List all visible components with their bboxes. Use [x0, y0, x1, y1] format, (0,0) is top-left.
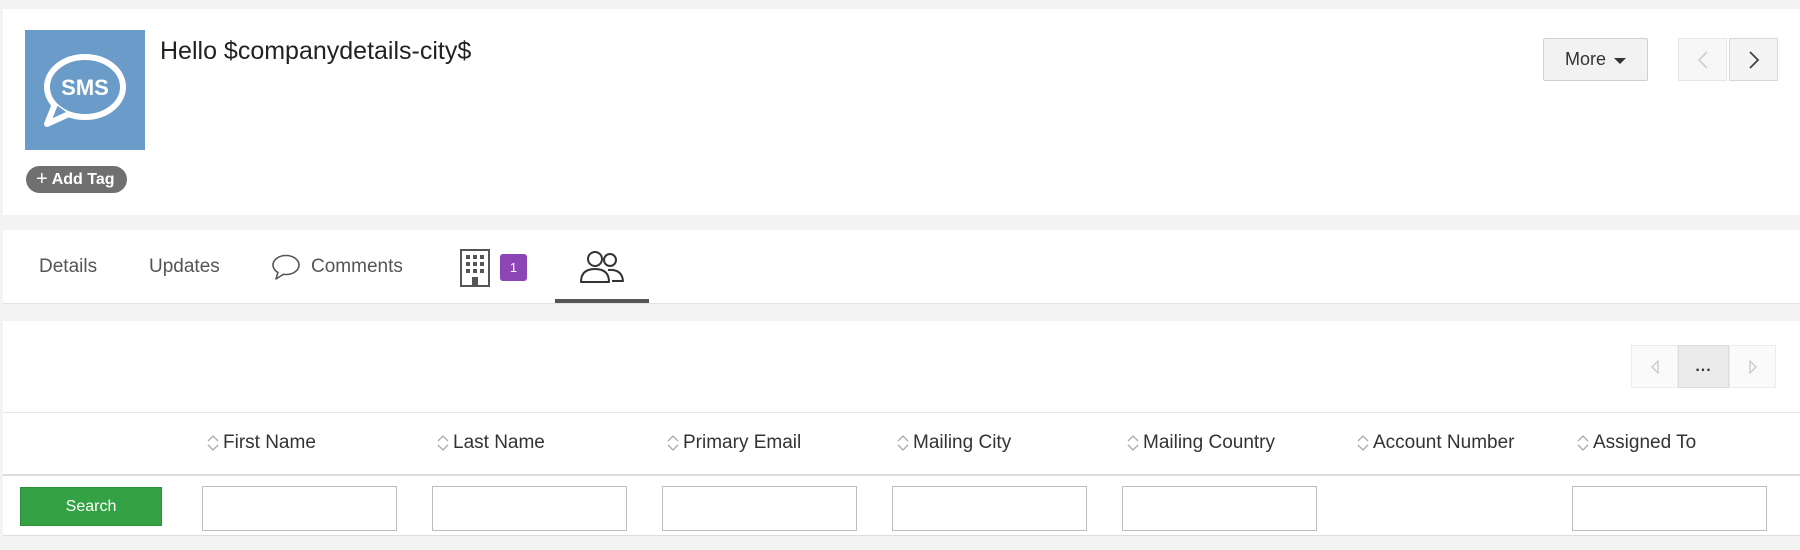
tab-contacts[interactable] [555, 230, 649, 304]
sms-bubble-icon: SMS [44, 54, 126, 127]
page-jump-button[interactable]: ... [1678, 345, 1729, 388]
more-label: More [1564, 49, 1606, 69]
tab-details-label: Details [39, 256, 98, 277]
contacts-icon [580, 251, 624, 283]
caret-down-icon [1614, 57, 1626, 64]
sms-record-image: SMS [25, 30, 145, 150]
assigned-to-filter-input[interactable] [1572, 486, 1767, 531]
related-contacts-list: ... First Name Last Name Primary Email M… [3, 321, 1800, 536]
sort-icon [207, 435, 219, 451]
previous-page-button[interactable] [1631, 345, 1678, 388]
tab-updates[interactable]: Updates [149, 230, 220, 304]
next-page-button[interactable] [1729, 345, 1776, 388]
column-header-mailing-city[interactable]: Mailing City [897, 431, 1011, 455]
first-name-filter-input[interactable] [202, 486, 397, 531]
column-header-label: Mailing City [913, 432, 1012, 453]
search-button[interactable]: Search [20, 487, 162, 526]
record-header: SMS Hello $companydetails-city$ + Add Ta… [3, 9, 1800, 215]
column-header-label: Account Number [1373, 432, 1515, 453]
tab-updates-label: Updates [149, 256, 220, 277]
tab-comments[interactable]: Comments [271, 230, 403, 304]
column-header-label: Primary Email [683, 432, 802, 453]
add-tag-label: Add Tag [51, 171, 115, 188]
sort-icon [667, 435, 679, 451]
pagination: ... [1631, 345, 1776, 388]
comment-icon [272, 254, 300, 280]
record-tabs: Details Updates Comments 1 [3, 230, 1800, 304]
record-title: Hello $companydetails-city$ [160, 37, 472, 65]
column-header-label: Last Name [453, 432, 545, 453]
header-divider [3, 474, 1800, 476]
chevron-right-icon [1748, 50, 1759, 69]
column-header-mailing-country[interactable]: Mailing Country [1127, 431, 1275, 455]
sms-image-text: SMS [61, 75, 109, 100]
next-record-button[interactable] [1729, 38, 1778, 81]
column-header-first-name[interactable]: First Name [207, 431, 316, 455]
column-header-last-name[interactable]: Last Name [437, 431, 545, 455]
primary-email-filter-input[interactable] [662, 486, 857, 531]
column-header-primary-email[interactable]: Primary Email [667, 431, 801, 455]
column-header-label: Mailing Country [1143, 432, 1275, 453]
triangle-left-icon [1650, 359, 1659, 374]
building-icon [460, 249, 490, 287]
chevron-left-icon [1697, 50, 1708, 69]
add-tag-button[interactable]: + Add Tag [26, 166, 127, 193]
sort-icon [1127, 435, 1139, 451]
organizations-count-badge: 1 [500, 253, 527, 281]
last-name-filter-input[interactable] [432, 486, 627, 531]
sort-icon [1357, 435, 1369, 451]
active-tab-indicator [555, 299, 649, 303]
mailing-country-filter-input[interactable] [1122, 486, 1317, 531]
tab-organizations[interactable]: 1 [458, 230, 527, 304]
sort-icon [1577, 435, 1589, 451]
divider [3, 412, 1800, 413]
plus-icon: + [36, 168, 48, 190]
sort-icon [437, 435, 449, 451]
tab-details[interactable]: Details [39, 230, 97, 304]
previous-record-button[interactable] [1678, 38, 1727, 81]
column-header-assigned-to[interactable]: Assigned To [1577, 431, 1696, 455]
sort-icon [897, 435, 909, 451]
tab-comments-label: Comments [311, 256, 403, 277]
column-header-label: Assigned To [1593, 432, 1697, 453]
column-header-account-number[interactable]: Account Number [1357, 431, 1515, 455]
column-header-label: First Name [223, 432, 316, 453]
more-button[interactable]: More [1543, 38, 1648, 81]
triangle-right-icon [1748, 359, 1757, 374]
mailing-city-filter-input[interactable] [892, 486, 1087, 531]
